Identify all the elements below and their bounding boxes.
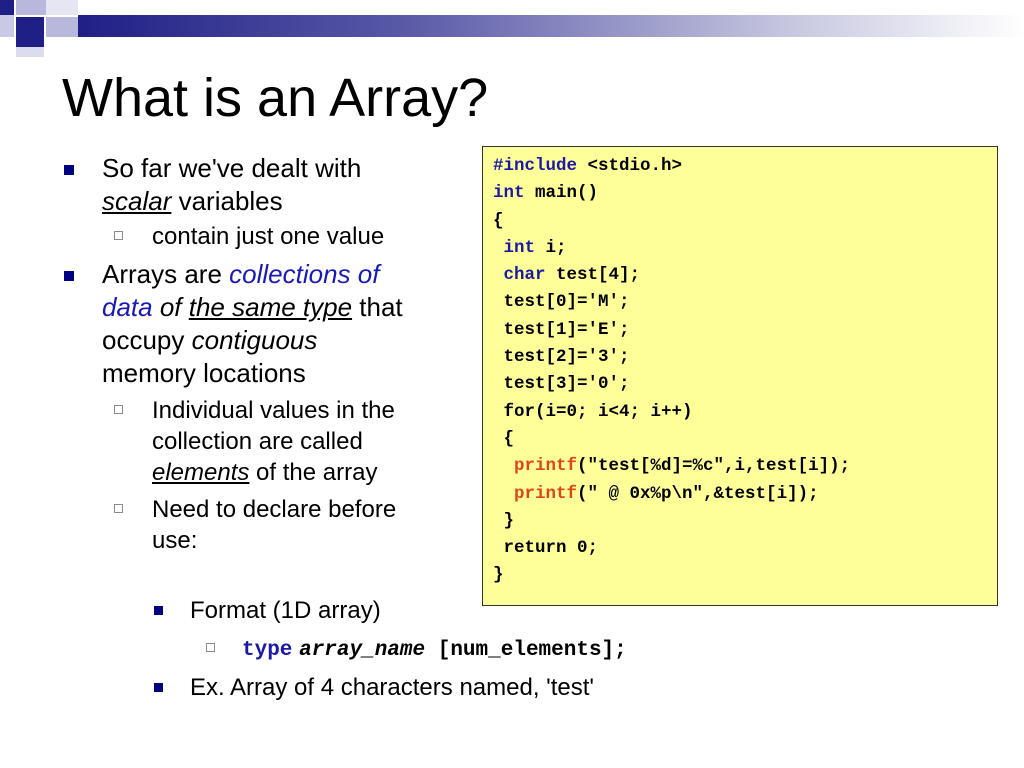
bullet-arrays: Arrays are collections of data of the sa… (62, 258, 482, 390)
code-line: printf(" @ 0x%p\n",&test[i]); (514, 483, 819, 504)
code-line: #include <stdio.h> (493, 156, 683, 176)
code-line: { (493, 210, 504, 231)
slide-title: What is an Array? (62, 68, 489, 128)
corner-square-light (0, 15, 14, 37)
code-line: } (493, 565, 504, 586)
code-line: { (493, 428, 515, 449)
code-line: test[2]='3'; (493, 347, 630, 368)
code-line: char test[4]; (503, 265, 641, 286)
code-line: int main() (493, 183, 599, 204)
sub-bullet-scalar: contain just one value (62, 221, 482, 252)
hollow-square-bullet-icon (114, 504, 123, 513)
code-box: #include <stdio.h> int main() { int i; c… (482, 146, 998, 606)
square-bullet-icon (154, 606, 163, 615)
corner-square-light (46, 0, 78, 15)
corner-square-light (16, 47, 44, 57)
sub-bullet-declare: Need to declare before use: (62, 494, 482, 556)
header-gradient-bar (78, 15, 1024, 37)
code-line: test[3]='0'; (493, 374, 630, 395)
bullet-format: Format (1D array) (154, 595, 381, 626)
code-line: printf("test[%d]=%c",i,test[i]); (514, 456, 851, 477)
bullet-scalar: So far we've dealt with scalar variables (62, 152, 482, 218)
corner-square-light (16, 0, 46, 15)
square-bullet-icon (64, 271, 74, 281)
hollow-square-bullet-icon (114, 231, 123, 240)
code-line: return 0; (493, 538, 599, 559)
code-line: test[1]='E'; (493, 319, 630, 340)
scalar-term: scalar (102, 186, 172, 216)
bullet-example: Ex. Array of 4 characters named, 'test' (154, 672, 594, 703)
square-bullet-icon (154, 683, 163, 692)
square-bullet-icon (64, 165, 74, 175)
sub-bullet-elements: Individual values in the collection are … (62, 395, 482, 488)
corner-square-dark (16, 17, 44, 47)
code-line: } (493, 510, 515, 531)
corner-square-dark (0, 0, 14, 15)
code-line: test[0]='M'; (493, 292, 630, 313)
code-line: for(i=0; i<4; i++) (493, 401, 693, 422)
corner-square-light (46, 17, 78, 37)
code-line: int i; (503, 237, 567, 258)
syntax-line: type array_name [num_elements]; (206, 632, 627, 666)
hollow-square-bullet-icon (206, 643, 215, 652)
hollow-square-bullet-icon (114, 405, 123, 414)
bullet-list: So far we've dealt with scalar variables… (62, 152, 482, 556)
